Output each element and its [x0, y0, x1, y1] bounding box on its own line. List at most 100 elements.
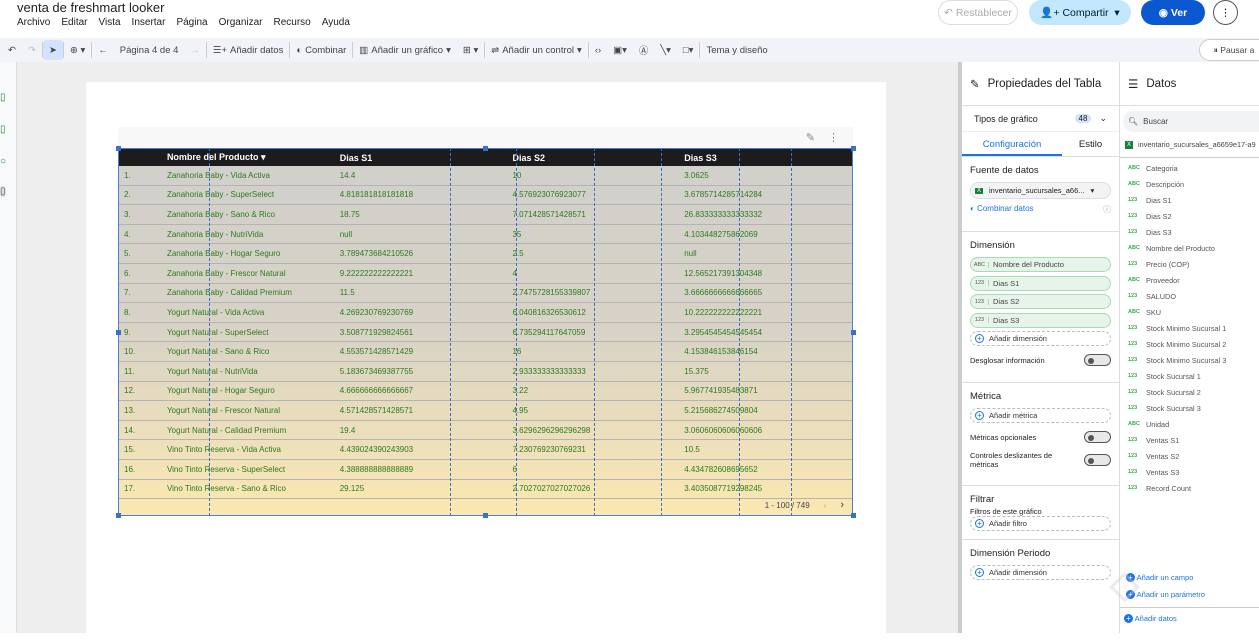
help-icon[interactable]: ⓘ	[1103, 204, 1111, 215]
data-table[interactable]: Nombre del Producto ▾ Dias S1 Dias S2 Di…	[118, 148, 853, 516]
data-field[interactable]: ABC Unidad	[1120, 416, 1259, 432]
drill-toggle[interactable]	[1084, 354, 1111, 366]
resize-handle[interactable]	[851, 146, 856, 151]
resize-handle[interactable]	[851, 513, 856, 518]
table-row[interactable]: 10. Yogurt Natural - Sano & Rico 4.5535714…	[119, 342, 852, 362]
menu-ayuda[interactable]: Ayuda	[322, 17, 350, 28]
table-row[interactable]: 7. Zanahoria Baby - Calidad Premium 11.5 2.…	[119, 284, 852, 304]
resize-handle[interactable]	[116, 146, 121, 151]
add-period-button[interactable]: + Añadir dimensión	[970, 565, 1111, 580]
data-source-select[interactable]: Xinventario_sucursales_a66... ▾	[970, 182, 1111, 199]
search-input[interactable]: 🔍︎ Buscar	[1123, 111, 1259, 132]
table-row[interactable]: 3. Zanahoria Baby - Sano & Rico 18.75 7.071…	[119, 205, 852, 225]
page-icon[interactable]: ○	[0, 156, 6, 167]
add-data-button[interactable]: + Añadir datos	[1120, 607, 1259, 623]
data-field[interactable]: 123 Dias S3	[1120, 224, 1259, 240]
view-button[interactable]: ◉ Ver	[1141, 0, 1205, 25]
table-row[interactable]: 12. Yogurt Natural - Hogar Seguro 4.666666…	[119, 382, 852, 402]
data-field[interactable]: 123 Precio (COP)	[1120, 256, 1259, 272]
page-icon[interactable]: ▯	[0, 124, 6, 135]
table-row[interactable]: 1. Zanahoria Baby - Vida Activa 14.4 10 3.06…	[119, 166, 852, 186]
data-field[interactable]: ABC Nombre del Producto	[1120, 240, 1259, 256]
dimension-chip[interactable]: 123 Dias S1	[970, 275, 1111, 291]
data-field[interactable]: 123 Dias S1	[1120, 192, 1259, 208]
shape-icon[interactable]: □▾	[677, 40, 700, 60]
header-dias-s2[interactable]: Dias S2	[512, 153, 684, 163]
data-field[interactable]: ABC Categoria	[1120, 160, 1259, 176]
reset-button[interactable]: ↶ Restablecer	[938, 0, 1018, 25]
theme-button[interactable]: Tema y diseño	[700, 40, 773, 60]
prev-page-icon[interactable]: ‹	[824, 501, 827, 510]
resize-handle[interactable]	[116, 513, 121, 518]
resize-handle[interactable]	[483, 146, 488, 151]
table-row[interactable]: 11. Yogurt Natural - NutriVida 5.183673469…	[119, 362, 852, 382]
next-page-icon[interactable]: ›	[840, 499, 844, 511]
line-icon[interactable]: ╲▾	[654, 40, 677, 60]
select-tool-icon[interactable]: ➤	[42, 40, 63, 60]
add-data-button[interactable]: ☰+ Añadir datos	[207, 40, 289, 60]
table-row[interactable]: 4. Zanahoria Baby - NutriVida null 35 4.1034…	[119, 225, 852, 245]
add-dimension-button[interactable]: + Añadir dimensión	[970, 331, 1111, 346]
data-field[interactable]: 123 SALUDO	[1120, 288, 1259, 304]
header-dias-s1[interactable]: Dias S1	[340, 153, 513, 163]
header-dias-s3[interactable]: Dias S3	[684, 153, 852, 163]
optional-metrics-toggle[interactable]	[1084, 431, 1111, 443]
add-filter-button[interactable]: + Añadir filtro	[970, 516, 1111, 531]
chart-types-selector[interactable]: Tipos de gráfico 48 ⌄	[962, 106, 1119, 132]
data-field[interactable]: 123 Record Count	[1120, 480, 1259, 496]
table-row[interactable]: 13. Yogurt Natural - Frescor Natural 4.571…	[119, 401, 852, 421]
data-field[interactable]: 123 Ventas S2	[1120, 448, 1259, 464]
data-field[interactable]: 123 Ventas S3	[1120, 464, 1259, 480]
data-field[interactable]: ABC SKU	[1120, 304, 1259, 320]
data-field[interactable]: 123 Stock Sucursal 3	[1120, 400, 1259, 416]
blend-data-link[interactable]: ◐ Combinar datos	[970, 204, 1034, 215]
text-icon[interactable]: Ⓐ	[633, 40, 655, 60]
more-icon[interactable]: ⋮	[828, 131, 839, 144]
table-row[interactable]: 17. Vino Tinto Reserva - Sano & Rico 29.12…	[119, 480, 852, 500]
menu-organizar[interactable]: Organizar	[219, 17, 263, 28]
edit-icon[interactable]: ✎	[806, 131, 815, 144]
share-button[interactable]: 👤+ Compartir ▾	[1029, 0, 1131, 25]
metric-sliders-toggle[interactable]	[1084, 454, 1111, 466]
dimension-chip[interactable]: 123 Dias S2	[970, 294, 1111, 309]
menu-pagina[interactable]: Página	[176, 17, 207, 28]
add-metric-button[interactable]: + Añadir métrica	[970, 408, 1111, 423]
next-page-icon[interactable]: →	[184, 40, 206, 60]
table-row[interactable]: 14. Yogurt Natural - Calidad Premium 19.4 3…	[119, 421, 852, 441]
data-field[interactable]: 123 Stock Minimo Sucursal 1	[1120, 320, 1259, 336]
pause-button[interactable]: ⏸ Pausar a	[1199, 39, 1259, 61]
chevron-down-icon[interactable]: ▾	[1114, 7, 1119, 19]
data-field[interactable]: 123 Ventas S1	[1120, 432, 1259, 448]
table-row[interactable]: 8. Yogurt Natural - Vida Activa 4.26923076…	[119, 303, 852, 323]
table-row[interactable]: 9. Yogurt Natural - SuperSelect 3.50877192…	[119, 323, 852, 343]
data-field[interactable]: 123 Stock Minimo Sucursal 3	[1120, 352, 1259, 368]
code-icon[interactable]: ‹›	[589, 40, 607, 60]
data-field[interactable]: 123 Stock Sucursal 1	[1120, 368, 1259, 384]
data-field[interactable]: 123 Dias S2	[1120, 208, 1259, 224]
sort-desc-icon[interactable]: ▾	[261, 152, 266, 162]
table-row[interactable]: 16. Vino Tinto Reserva - SuperSelect 4.388…	[119, 460, 852, 480]
resize-handle[interactable]	[116, 330, 121, 335]
tab-configuracion[interactable]: Configuración	[962, 132, 1062, 156]
data-source-item[interactable]: Xinventario_sucursales_a6659e17-a9	[1120, 132, 1259, 158]
resize-handle[interactable]	[483, 513, 488, 518]
data-field[interactable]: 123 Stock Minimo Sucursal 2	[1120, 336, 1259, 352]
page-icon[interactable]: ▯	[0, 92, 6, 103]
dimension-chip[interactable]: ABC Nombre del Producto	[970, 257, 1111, 272]
header-nombre[interactable]: Nombre del Producto ▾	[167, 152, 340, 163]
report-title[interactable]: venta de freshmart looker	[17, 0, 164, 15]
table-row[interactable]: 15. Vino Tinto Reserva - Vida Activa 4.439…	[119, 440, 852, 460]
tab-estilo[interactable]: Estilo	[1062, 132, 1119, 156]
prev-page-icon[interactable]: ←	[92, 40, 114, 60]
data-field[interactable]: ABC Proveedor	[1120, 272, 1259, 288]
page-icon[interactable]: ▯	[0, 186, 6, 197]
blend-button[interactable]: ◐ Combinar	[290, 40, 352, 60]
table-row[interactable]: 6. Zanahoria Baby - Frescor Natural 9.2222…	[119, 264, 852, 284]
menu-editar[interactable]: Editar	[61, 17, 87, 28]
community-viz-icon[interactable]: ⊞ ▾	[457, 40, 484, 60]
menu-archivo[interactable]: Archivo	[17, 17, 50, 28]
image-icon[interactable]: ▣▾	[607, 40, 633, 60]
data-field[interactable]: ABC Descripción	[1120, 176, 1259, 192]
table-row[interactable]: 5. Zanahoria Baby - Hogar Seguro 3.7894736…	[119, 244, 852, 264]
zoom-icon[interactable]: ⊕ ▾	[64, 40, 91, 60]
